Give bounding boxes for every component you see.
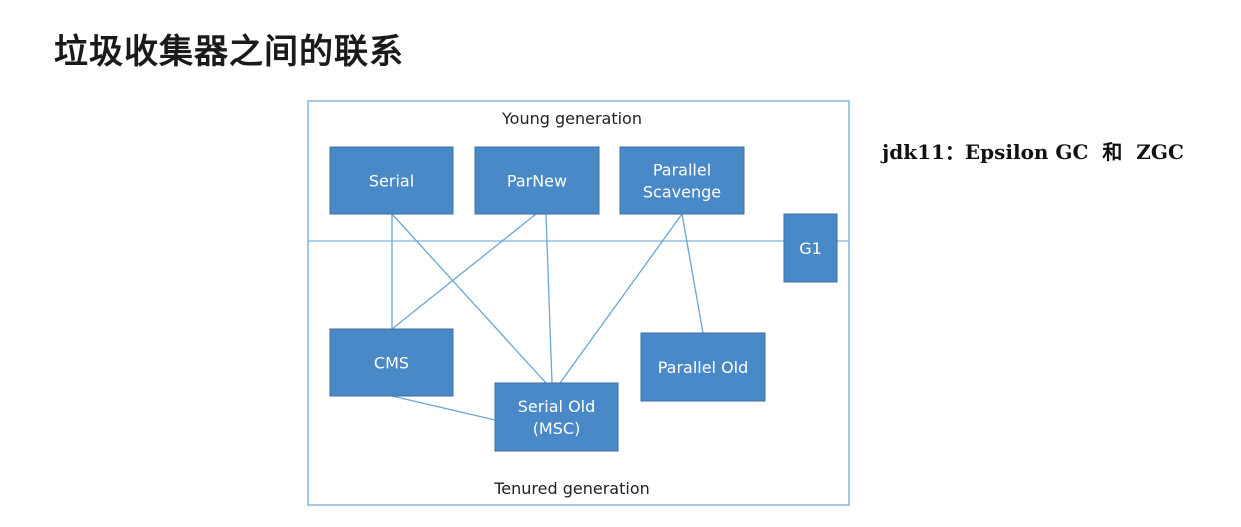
collector-label-parallel-scavenge-line-2: Scavenge (643, 183, 721, 202)
young-generation-label: Young generation (501, 109, 642, 128)
collector-box-parallel-scavenge: Parallel Scavenge (619, 146, 745, 215)
collector-box-parallel-old: Parallel Old (640, 332, 766, 402)
collector-rect-serial-old (494, 382, 619, 452)
collector-box-serial: Serial (329, 146, 454, 215)
collector-box-g1: G1 (783, 213, 838, 283)
collector-label-serial-old-line-1: Serial Old (518, 397, 596, 416)
link-parallel-scavenge-to-parallel-old (681, 213, 704, 334)
collector-label-parnew-line-1: ParNew (507, 172, 567, 191)
collector-label-parallel-old-line-1: Parallel Old (658, 358, 749, 377)
tenured-generation-label: Tenured generation (493, 479, 650, 498)
side-note: jdk11：Epsilon GC 和 ZGC (882, 140, 1184, 164)
collector-label-serial-old-line-2: (MSC) (533, 419, 581, 438)
collector-rect-parallel-scavenge (619, 146, 745, 215)
link-cms-to-serial-old (391, 395, 496, 421)
collector-label-serial-line-1: Serial (369, 172, 414, 191)
link-parnew-to-cms (391, 213, 537, 330)
boxes-layer: Serial ParNew Parallel Scavenge G1 CMS Serial … (329, 146, 838, 452)
collector-box-parnew: ParNew (474, 146, 600, 215)
collector-label-cms-line-1: CMS (374, 354, 409, 373)
collector-box-cms: CMS (329, 328, 454, 397)
gc-relationship-diagram: Young generation Tenured generation Seri… (307, 100, 850, 506)
collector-box-serial-old: Serial Old (MSC) (494, 382, 619, 452)
collector-label-parallel-scavenge-line-1: Parallel (653, 161, 711, 180)
link-parnew-to-serial-old (545, 213, 553, 384)
collector-label-g1-line-1: G1 (799, 239, 822, 258)
